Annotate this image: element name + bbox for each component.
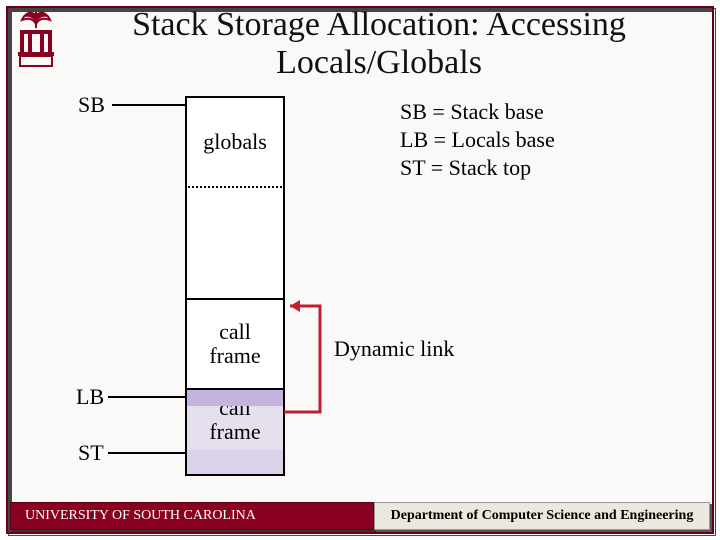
stack-cell-gap xyxy=(185,186,285,298)
dynamic-link-slot xyxy=(187,390,283,406)
legend: SB = Stack base LB = Locals base ST = St… xyxy=(400,98,555,182)
stack-cell-partial xyxy=(185,450,285,476)
pointer-label-st: ST xyxy=(78,440,104,466)
stack-cell-globals: globals xyxy=(185,96,285,186)
footer-university: UNIVERSITY OF SOUTH CAROLINA xyxy=(10,502,374,530)
dynamic-link-label: Dynamic link xyxy=(334,336,454,362)
stack-cell-frame-1: call frame xyxy=(185,298,285,388)
pointer-line-lb xyxy=(108,396,185,398)
pointer-label-lb: LB xyxy=(76,384,104,410)
pointer-label-sb: SB xyxy=(78,92,105,118)
legend-line: ST = Stack top xyxy=(400,154,555,182)
legend-line: LB = Locals base xyxy=(400,126,555,154)
pointer-line-st xyxy=(108,452,185,454)
footer: UNIVERSITY OF SOUTH CAROLINA Department … xyxy=(10,502,710,530)
stack-cell-label: globals xyxy=(203,130,267,154)
pointer-line-sb xyxy=(112,104,185,106)
stack-cell-label: call frame xyxy=(209,320,260,368)
slide-title: Stack Storage Allocation: Accessing Loca… xyxy=(48,6,710,82)
stack-column: globals call frame call frame xyxy=(185,96,285,476)
footer-department: Department of Computer Science and Engin… xyxy=(374,502,710,530)
legend-line: SB = Stack base xyxy=(400,98,555,126)
